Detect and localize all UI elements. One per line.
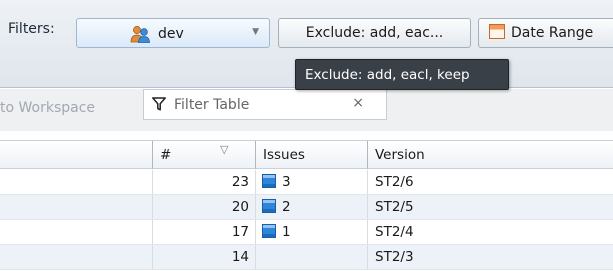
table-row[interactable]: 23 3 ST2/6 — [0, 170, 613, 195]
table-row[interactable]: 20 2 ST2/5 — [0, 195, 613, 220]
user-filter-dropdown[interactable]: dev ▼ — [76, 18, 270, 48]
calendar-icon — [489, 24, 505, 39]
issue-report-icon — [262, 199, 276, 213]
row-issues-count: 2 — [282, 199, 291, 215]
column-header-number-label: # — [160, 147, 172, 163]
users-icon — [130, 26, 150, 43]
row-version: ST2/4 — [367, 220, 613, 244]
chevron-down-icon[interactable]: ▼ — [252, 27, 259, 37]
exclude-filter-button[interactable]: Exclude: add, eac... — [278, 18, 471, 48]
add-to-workspace-link[interactable]: to Workspace — [0, 89, 135, 131]
date-range-label: Date Range — [511, 25, 594, 41]
clear-icon[interactable]: × — [352, 95, 364, 111]
filter-table-box[interactable]: × — [143, 89, 387, 120]
row-number: 14 — [152, 245, 255, 269]
row-issues-count: 1 — [282, 224, 291, 240]
row-issues — [255, 245, 367, 269]
row-issues-count: 3 — [282, 174, 291, 190]
issue-report-icon — [262, 224, 276, 238]
row-version: ST2/5 — [367, 195, 613, 219]
exclude-tooltip: Exclude: add, eacl, keep — [295, 59, 509, 90]
row-issues: 1 — [255, 220, 367, 244]
row-number: 17 — [152, 220, 255, 244]
row-issues: 3 — [255, 170, 367, 194]
row-number: 23 — [152, 170, 255, 194]
table-row[interactable]: 17 1 ST2/4 — [0, 220, 613, 245]
column-header-issues[interactable]: Issues — [255, 141, 367, 169]
filter-table-input[interactable] — [174, 94, 354, 116]
funnel-icon — [152, 97, 166, 111]
row-version: ST2/3 — [367, 245, 613, 269]
issue-report-icon — [262, 174, 276, 188]
date-range-button[interactable]: Date Range — [478, 18, 613, 48]
column-header-version[interactable]: Version — [367, 141, 613, 169]
column-header-number[interactable]: # ▽ — [152, 141, 255, 169]
row-number: 20 — [152, 195, 255, 219]
user-filter-value: dev — [158, 26, 184, 42]
table-header: # ▽ Issues Version — [0, 140, 613, 169]
table-row[interactable]: 14 ST2/3 — [0, 245, 613, 270]
row-issues: 2 — [255, 195, 367, 219]
filters-label: Filters: — [8, 21, 55, 37]
sort-descending-icon[interactable]: ▽ — [220, 143, 228, 157]
exclude-filter-label: Exclude: add, eac... — [305, 25, 444, 41]
row-version: ST2/6 — [367, 170, 613, 194]
